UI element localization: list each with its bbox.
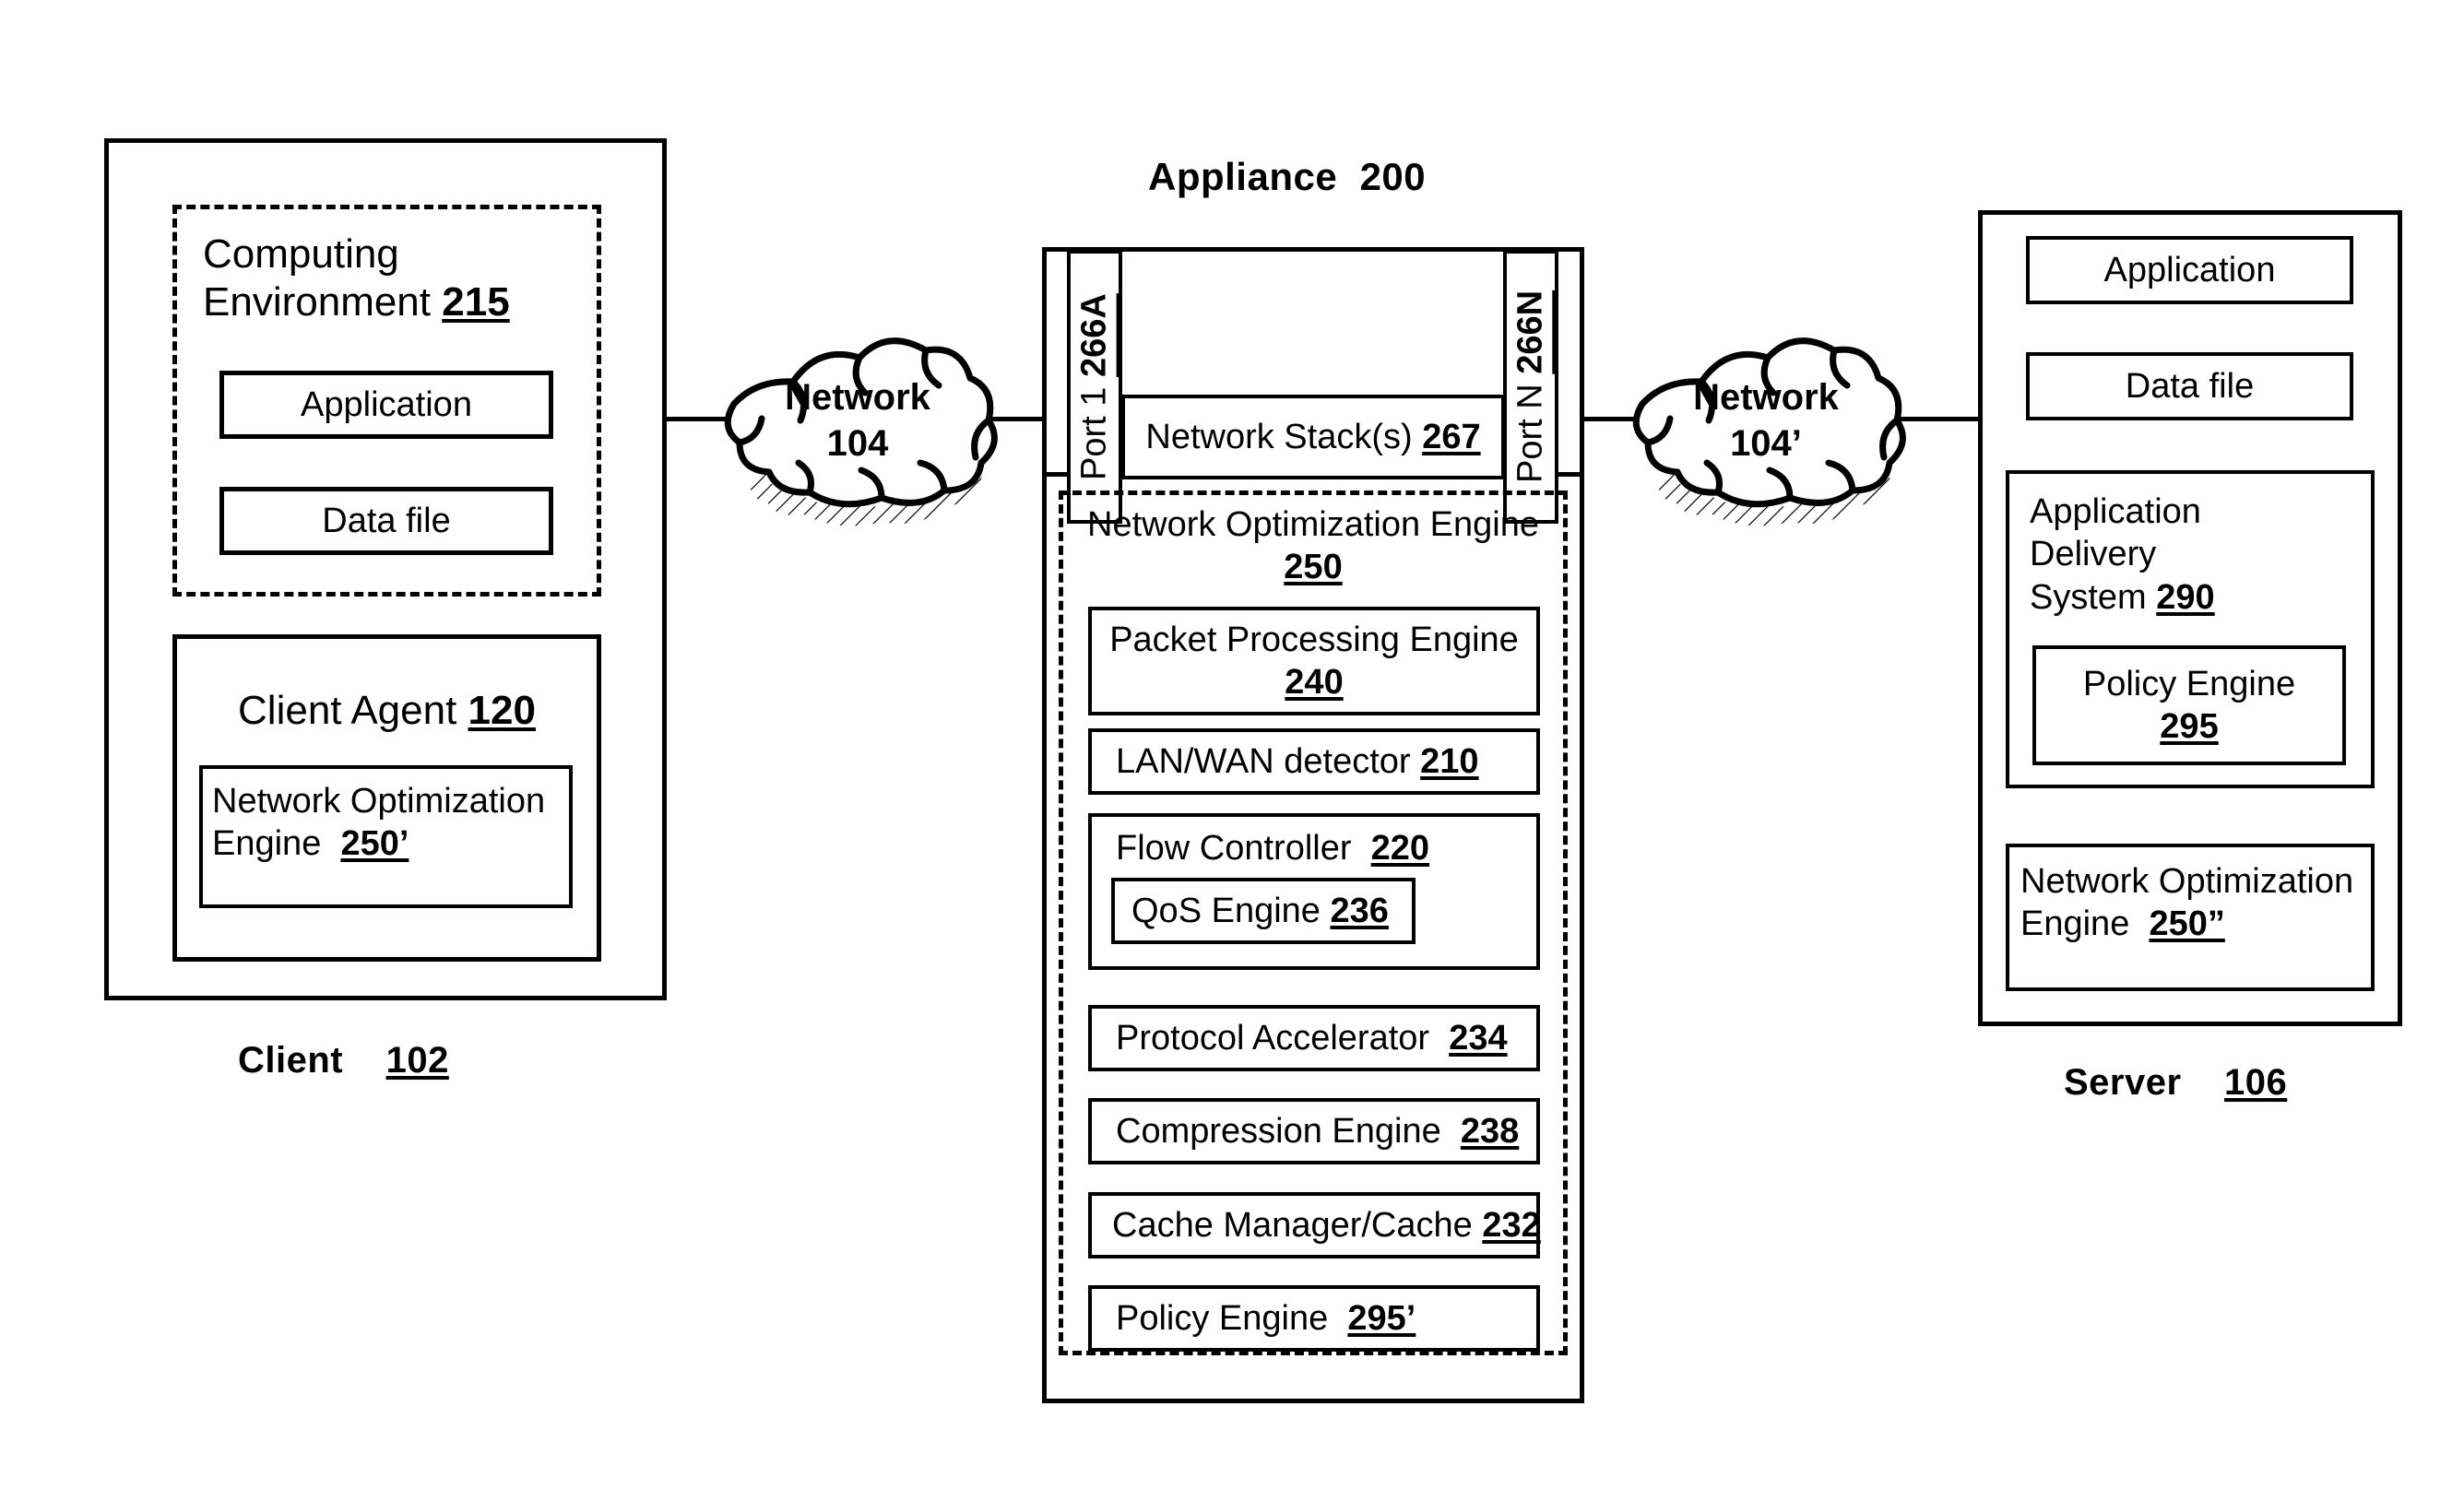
- network-104-ref: 104: [826, 423, 889, 464]
- server-application-label: Application: [2103, 250, 2276, 290]
- client-noe-ref: 250’: [340, 824, 409, 864]
- client-agent-ref: 120: [468, 688, 536, 733]
- module-qos-engine[interactable]: QoS Engine 236: [1111, 878, 1416, 944]
- client-caption-ref: 102: [385, 1040, 449, 1081]
- server-policy-engine-text: Policy Engine: [2082, 664, 2296, 703]
- ads-ref: 290: [2156, 577, 2215, 617]
- module-240-text: Packet Processing Engine: [1109, 620, 1519, 659]
- connector-network2-to-server: [1881, 417, 1983, 421]
- connector-network-to-appliance: [950, 417, 1051, 421]
- server-policy-engine-label: Policy Engine 295: [2083, 663, 2295, 749]
- module-qos-engine-label: QoS Engine 236: [1131, 891, 1389, 932]
- port-n-ref: 266N: [1510, 290, 1550, 374]
- client-agent-title-text: Client Agent: [238, 688, 457, 733]
- module-210-ref: 210: [1420, 741, 1479, 781]
- server-policy-engine-box[interactable]: Policy Engine 295: [2032, 645, 2346, 765]
- appliance-noe-ref: 250: [1284, 548, 1343, 587]
- module-232-text: Cache Manager/Cache: [1112, 1205, 1473, 1245]
- appliance-port-1[interactable]: Port 1 266A: [1067, 250, 1122, 524]
- appliance-title-label: Appliance: [1148, 155, 1338, 198]
- appliance-title: Appliance 200: [1148, 155, 1426, 199]
- module-lan-wan-detector-label: LAN/WAN detector 210: [1116, 741, 1479, 783]
- server-caption-label: Server: [2064, 1062, 2182, 1103]
- application-delivery-system-label: Application Delivery System 290: [2009, 474, 2269, 619]
- port-n-label: Port N 266N: [1510, 290, 1552, 483]
- computing-environment-title: Computing Environment 215: [203, 230, 590, 326]
- network-104p-name: Network: [1693, 377, 1839, 418]
- client-datafile-box[interactable]: Data file: [219, 487, 553, 555]
- port-n-label-text: Port N: [1510, 384, 1550, 484]
- port-1-label-text: Port 1: [1074, 386, 1114, 480]
- server-noe-ref: 250”: [2149, 904, 2225, 944]
- module-lan-wan-detector[interactable]: LAN/WAN detector 210: [1088, 728, 1540, 795]
- network-stack-label: Network Stack(s) 267: [1145, 417, 1480, 458]
- module-238-text: Compression Engine: [1116, 1111, 1441, 1151]
- server-caption-ref: 106: [2224, 1062, 2288, 1103]
- module-protocol-accelerator-label: Protocol Accelerator 234: [1116, 1018, 1508, 1059]
- network-stack-box[interactable]: Network Stack(s) 267: [1121, 395, 1505, 479]
- connector-client-to-network: [664, 417, 765, 421]
- appliance-noe-title: Network Optimization Engine 250: [1059, 503, 1568, 589]
- server-datafile-label: Data file: [2125, 366, 2255, 406]
- client-agent-title: Client Agent 120: [172, 687, 601, 735]
- module-compression-engine-label: Compression Engine 238: [1116, 1111, 1519, 1152]
- module-packet-processing-engine[interactable]: Packet Processing Engine 240: [1088, 607, 1540, 715]
- port-1-ref: 266A: [1074, 293, 1114, 377]
- module-295p-ref: 295’: [1347, 1298, 1416, 1338]
- server-policy-engine-ref: 295: [2160, 707, 2219, 746]
- server-noe-box[interactable]: Network Optimization Engine 250”: [2006, 844, 2375, 991]
- module-210-text: LAN/WAN detector: [1116, 741, 1411, 781]
- module-238-ref: 238: [1460, 1111, 1520, 1151]
- server-caption: Server 106: [2064, 1062, 2287, 1104]
- diagram-canvas: Computing Environment 215 Application Da…: [0, 0, 2464, 1489]
- server-application-box[interactable]: Application: [2026, 236, 2353, 304]
- port-1-label: Port 1 266A: [1074, 293, 1116, 480]
- module-234-ref: 234: [1449, 1018, 1508, 1058]
- computing-environment-ref: 215: [442, 278, 510, 325]
- module-flow-controller-label: Flow Controller 220: [1092, 817, 1536, 869]
- module-compression-engine[interactable]: Compression Engine 238: [1088, 1098, 1540, 1164]
- module-220-ref: 220: [1370, 829, 1430, 868]
- network-104p-ref: 104’: [1730, 423, 1802, 464]
- appliance-title-ref: 200: [1359, 155, 1427, 198]
- client-application-label: Application: [301, 384, 472, 424]
- module-234-text: Protocol Accelerator: [1116, 1018, 1430, 1058]
- module-220-text: Flow Controller: [1116, 829, 1352, 868]
- module-232-ref: 232: [1482, 1205, 1541, 1245]
- client-application-box[interactable]: Application: [219, 371, 553, 439]
- computing-environment-title-text: Computing Environment: [203, 231, 432, 325]
- client-network-optimization-engine-box[interactable]: Network Optimization Engine 250’: [199, 765, 573, 908]
- module-protocol-accelerator[interactable]: Protocol Accelerator 234: [1088, 1005, 1540, 1071]
- module-packet-processing-engine-label: Packet Processing Engine 240: [1109, 619, 1519, 704]
- module-cache-manager[interactable]: Cache Manager/Cache 232: [1088, 1192, 1541, 1259]
- server-noe-label: Network Optimization Engine 250”: [2009, 847, 2371, 946]
- appliance-port-n[interactable]: Port N 266N: [1503, 250, 1558, 524]
- client-datafile-label: Data file: [322, 501, 451, 540]
- module-236-ref: 236: [1330, 891, 1389, 930]
- client-caption-label: Client: [238, 1040, 344, 1081]
- client-noe-label: Network Optimization Engine 250’: [203, 769, 569, 866]
- appliance-noe-title-text: Network Optimization Engine: [1087, 505, 1539, 544]
- server-datafile-box[interactable]: Data file: [2026, 352, 2353, 420]
- module-policy-engine-prime[interactable]: Policy Engine 295’: [1088, 1285, 1540, 1352]
- module-policy-engine-prime-label: Policy Engine 295’: [1116, 1298, 1416, 1340]
- network-104-name: Network: [785, 377, 930, 418]
- network-stack-ref: 267: [1422, 417, 1481, 456]
- module-cache-manager-label: Cache Manager/Cache 232: [1112, 1205, 1541, 1247]
- network-stack-label-text: Network Stack(s): [1145, 417, 1413, 456]
- module-236-text: QoS Engine: [1131, 891, 1321, 930]
- module-295p-text: Policy Engine: [1116, 1298, 1329, 1338]
- module-240-ref: 240: [1285, 663, 1344, 702]
- client-caption: Client 102: [238, 1040, 449, 1081]
